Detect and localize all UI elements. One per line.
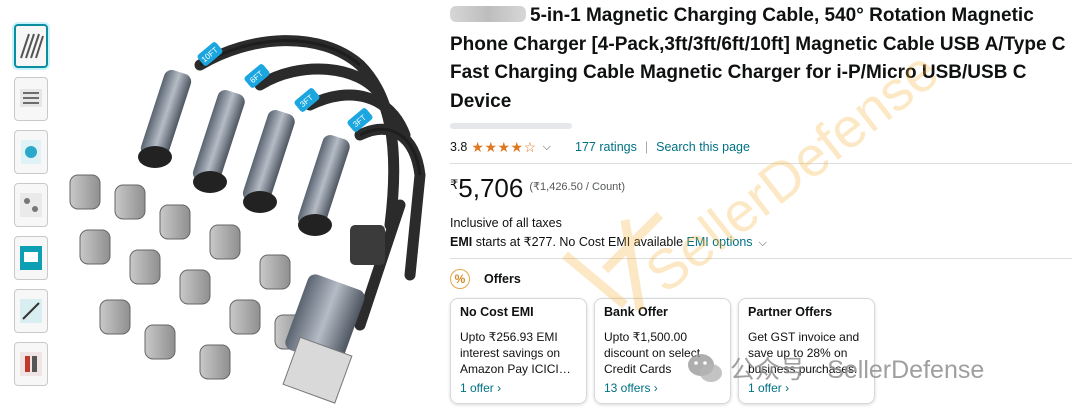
search-page-link[interactable]: Search this page — [656, 140, 750, 154]
divider — [450, 163, 1072, 164]
product-title: 5-in-1 Magnetic Charging Cable, 540° Rot… — [450, 2, 1070, 116]
emi-line: EMI starts at ₹277. No Cost EMI availabl… — [450, 234, 1070, 250]
wechat-logo-icon — [688, 354, 722, 382]
thumbnail-2[interactable] — [14, 77, 48, 121]
usb-connector — [282, 225, 385, 404]
product-main-image[interactable]: 10FT 6FT 3FT 3FT — [60, 25, 435, 405]
offer-card-title: Bank Offer — [604, 305, 668, 319]
watermark-footer-text: 公众号 · SellerDefense — [730, 356, 985, 384]
offer-percent-icon: % — [450, 269, 470, 289]
price: 5,706 — [458, 173, 524, 203]
currency-symbol: ₹ — [450, 177, 459, 192]
thumbnail-6[interactable] — [14, 289, 48, 333]
offer-card-title: Partner Offers — [748, 305, 833, 319]
offers-heading-text: Offers — [484, 272, 521, 286]
emi-options-link[interactable]: EMI options — [687, 235, 753, 249]
product-title-text: 5-in-1 Magnetic Charging Cable, 540° Rot… — [450, 5, 1066, 112]
thumbnail-3[interactable] — [14, 130, 48, 174]
offer-card-link[interactable]: 1 offer › — [460, 381, 577, 395]
thumbnail-7[interactable] — [14, 342, 48, 386]
rating-value: 3.8 — [450, 140, 468, 154]
separator: | — [644, 140, 649, 154]
rating-row: 3.8 ★★★★☆ ⌵ 177 ratings | Search this pa… — [450, 137, 1070, 157]
emi-label: EMI — [450, 235, 473, 249]
price-row: ₹ 5,706 (₹1,426.50 / Count) — [450, 174, 1070, 204]
thumbnail-4[interactable] — [14, 183, 48, 227]
thumbnail-1[interactable] — [14, 24, 48, 68]
offer-card-no-cost-emi[interactable]: No Cost EMI Upto ₹256.93 EMI interest sa… — [450, 298, 587, 404]
thumbnail-list — [14, 24, 54, 395]
unit-price: (₹1,426.50 / Count) — [529, 181, 626, 193]
offer-card-body: Upto ₹256.93 EMI interest savings on Ama… — [460, 330, 571, 376]
store-link-blurred[interactable] — [450, 123, 572, 129]
divider — [450, 258, 1072, 259]
product-info: 5-in-1 Magnetic Charging Cable, 540° Rot… — [450, 0, 1072, 404]
ratings-link[interactable]: 177 ratings — [575, 140, 637, 154]
offer-card-title: No Cost EMI — [460, 305, 534, 319]
offers-heading: % Offers — [450, 269, 1070, 289]
chevron-down-icon[interactable]: ⌵ — [759, 237, 767, 249]
star-rating[interactable]: ★★★★☆ — [471, 139, 536, 156]
thumbnail-5[interactable] — [14, 236, 48, 280]
chevron-down-icon[interactable]: ⌵ — [543, 141, 551, 154]
emi-text: starts at ₹277. No Cost EMI available — [472, 235, 687, 249]
tax-note: Inclusive of all taxes — [450, 216, 562, 230]
brand-name-blurred — [450, 6, 526, 22]
